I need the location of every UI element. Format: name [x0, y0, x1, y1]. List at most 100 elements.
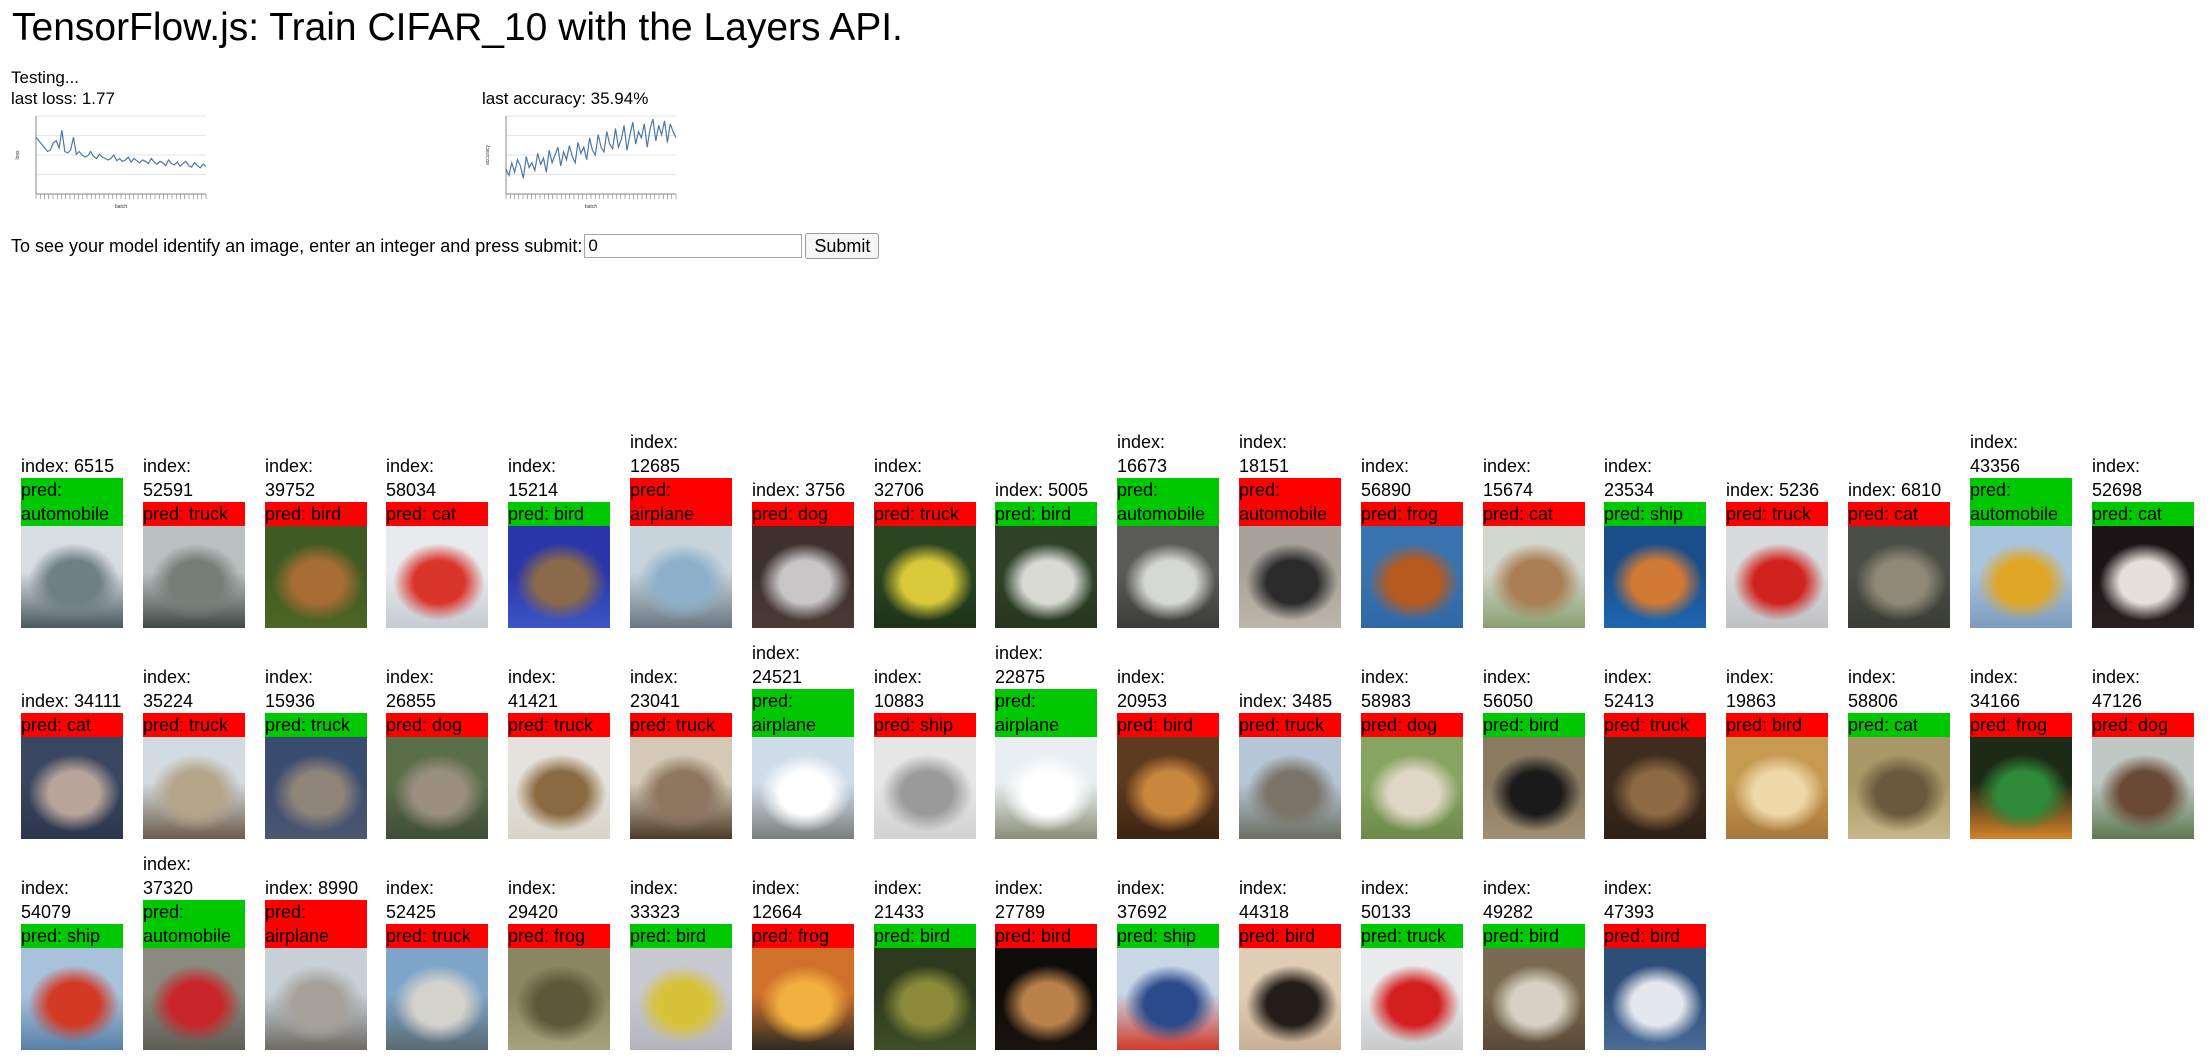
sample-index: index: 16673 [1117, 432, 1168, 476]
prediction-label: pred: truck [1726, 502, 1828, 526]
sample-index: index: 33323 [630, 878, 681, 922]
sample-image [2092, 737, 2194, 839]
sample-card: index: 47126 pred: dog [2092, 665, 2194, 839]
sample-image [630, 526, 732, 628]
sample-index: index: 3485 [1239, 691, 1333, 711]
sample-card: index: 26855 pred: dog [386, 665, 488, 839]
prediction-label: pred: truck [143, 713, 245, 737]
sample-index: index: 27789 [995, 878, 1046, 922]
prediction-label: pred: bird [995, 924, 1097, 948]
sample-index: index: 49282 [1483, 878, 1534, 922]
sample-index: index: 3756 [752, 480, 846, 500]
sample-card: index: 3756 pred: dog [752, 478, 854, 628]
sample-image [1239, 948, 1341, 1050]
sample-card: index: 34111 pred: cat [21, 689, 123, 839]
prediction-label: pred: automobile [1970, 478, 2072, 526]
sample-image [143, 526, 245, 628]
prediction-label: pred: truck [143, 502, 245, 526]
prediction-label: pred: dog [1361, 713, 1463, 737]
sample-index: index: 6515 [21, 456, 115, 476]
sample-card: index: 6810 pred: cat [1848, 478, 1950, 628]
sample-card: index: 44318 pred: bird [1239, 876, 1341, 1050]
sample-card: index: 29420 pred: frog [508, 876, 610, 1050]
sample-card: index: 27789 pred: bird [995, 876, 1097, 1050]
sample-index: index: 41421 [508, 667, 559, 711]
sample-image [386, 526, 488, 628]
prediction-label: pred: cat [1848, 713, 1950, 737]
prediction-label: pred: cat [1483, 502, 1585, 526]
sample-image [995, 526, 1097, 628]
prediction-label: pred: cat [2092, 502, 2194, 526]
sample-card: index: 34166 pred: frog [1970, 665, 2072, 839]
sample-card: index: 58034 pred: cat [386, 454, 488, 628]
sample-index: index: 52698 [2092, 456, 2143, 500]
sample-image [1361, 948, 1463, 1050]
sample-index: index: 6810 [1848, 480, 1942, 500]
sample-image [1604, 526, 1706, 628]
sample-index: index: 39752 [265, 456, 316, 500]
sample-image [630, 737, 732, 839]
sample-card: index: 23041 pred: truck [630, 665, 732, 839]
prediction-label: pred: truck [1361, 924, 1463, 948]
prediction-label: pred: airplane [752, 689, 854, 737]
sample-card: index: 19863 pred: bird [1726, 665, 1828, 839]
prediction-label: pred: bird [630, 924, 732, 948]
sample-image [1117, 737, 1219, 839]
sample-index: index: 19863 [1726, 667, 1777, 711]
prediction-label: pred: automobile [143, 900, 245, 948]
prediction-label: pred: frog [1970, 713, 2072, 737]
sample-image [1239, 526, 1341, 628]
prediction-label: pred: cat [21, 713, 123, 737]
prediction-label: pred: ship [1604, 502, 1706, 526]
sample-index: index: 34111 [21, 691, 122, 711]
sample-card: index: 43356 pred: automobile [1970, 430, 2072, 628]
prediction-label: pred: bird [874, 924, 976, 948]
sample-card: index: 50133 pred: truck [1361, 876, 1463, 1050]
sample-card: index: 58983 pred: dog [1361, 665, 1463, 839]
sample-image [508, 737, 610, 839]
prediction-label: pred: truck [265, 713, 367, 737]
sample-card: index: 52698 pred: cat [2092, 454, 2194, 628]
sample-index: index: 58034 [386, 456, 437, 500]
sample-index: index: 37320 [143, 854, 194, 898]
prediction-label: pred: bird [995, 502, 1097, 526]
prediction-label: pred: frog [752, 924, 854, 948]
sample-card: index: 56050 pred: bird [1483, 665, 1585, 839]
sample-index: index: 15214 [508, 456, 559, 500]
sample-image [1970, 526, 2072, 628]
sample-card: index: 52425 pred: truck [386, 876, 488, 1050]
sample-card: index: 8990 pred: airplane [265, 876, 367, 1050]
sample-image [1604, 737, 1706, 839]
sample-image [752, 737, 854, 839]
sample-card: index: 15936 pred: truck [265, 665, 367, 839]
sample-image [1483, 948, 1585, 1050]
prediction-label: pred: airplane [265, 900, 367, 948]
sample-index: index: 52425 [386, 878, 437, 922]
sample-image [1361, 737, 1463, 839]
sample-image [1970, 737, 2072, 839]
sample-image [1483, 737, 1585, 839]
sample-image [265, 737, 367, 839]
sample-image [1726, 526, 1828, 628]
sample-index: index: 35224 [143, 667, 194, 711]
sample-index: index: 56050 [1483, 667, 1534, 711]
sample-index: index: 58983 [1361, 667, 1412, 711]
sample-card: index: 33323 pred: bird [630, 876, 732, 1050]
prediction-label: pred: airplane [630, 478, 732, 526]
prediction-label: pred: bird [1483, 713, 1585, 737]
sample-card: index: 20953 pred: bird [1117, 665, 1219, 839]
prediction-label: pred: dog [752, 502, 854, 526]
sample-image [508, 526, 610, 628]
sample-index: index: 5005 [995, 480, 1089, 500]
sample-image [21, 948, 123, 1050]
sample-card: index: 47393 pred: bird [1604, 876, 1706, 1050]
prediction-label: pred: automobile [21, 478, 123, 526]
sample-image [1117, 948, 1219, 1050]
sample-card: index: 5236 pred: truck [1726, 478, 1828, 628]
prediction-label: pred: truck [508, 713, 610, 737]
sample-image [630, 948, 732, 1050]
sample-index: index: 34166 [1970, 667, 2021, 711]
sample-card: index: 52591 pred: truck [143, 454, 245, 628]
sample-index: index: 43356 [1970, 432, 2021, 476]
sample-index: index: 23041 [630, 667, 681, 711]
